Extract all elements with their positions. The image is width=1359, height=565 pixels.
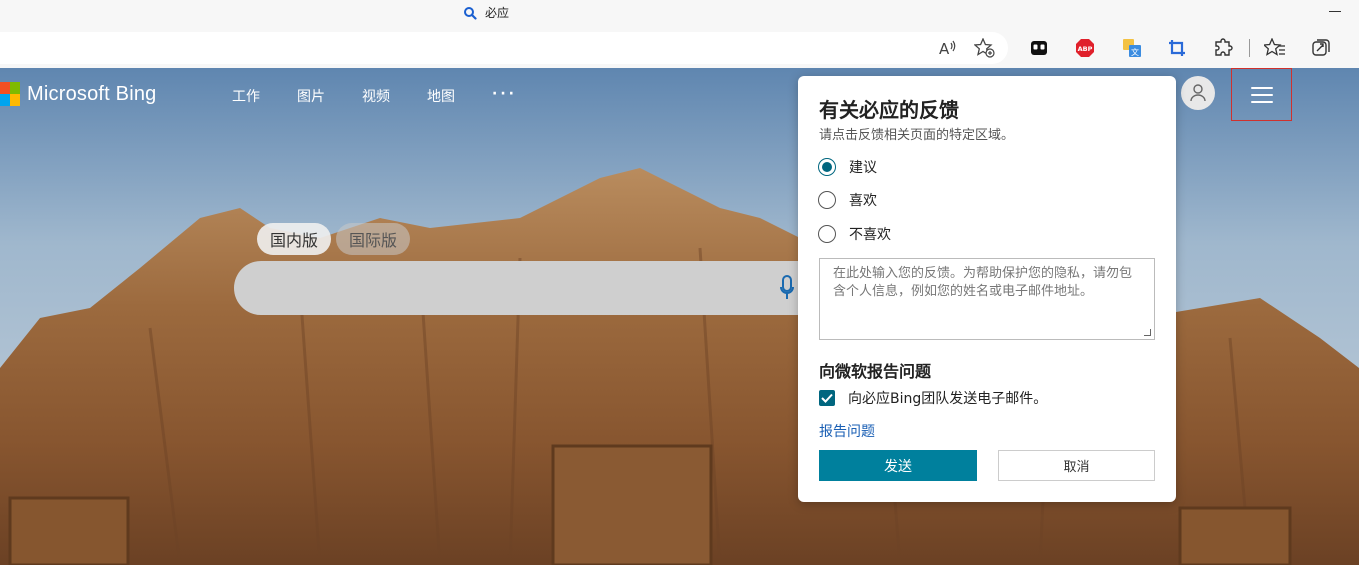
checkmark-icon xyxy=(821,393,833,403)
send-button[interactable]: 发送 xyxy=(819,450,977,481)
option-label: 喜欢 xyxy=(849,193,877,209)
email-checkbox-row[interactable]: 向必应Bing团队发送电子邮件。 xyxy=(819,388,1047,408)
radio-button[interactable] xyxy=(818,225,836,243)
radio-button[interactable] xyxy=(818,191,836,209)
favorites-icon[interactable] xyxy=(1264,37,1286,59)
address-bar[interactable] xyxy=(0,32,1008,64)
read-aloud-icon[interactable]: A xyxy=(937,37,959,59)
extension-icon[interactable] xyxy=(1028,37,1050,59)
adblock-icon[interactable]: ABP xyxy=(1074,37,1096,59)
bing-logo[interactable]: Microsoft Bing xyxy=(0,82,157,106)
tab-title[interactable]: 必应 xyxy=(463,4,509,21)
svg-text:A: A xyxy=(939,40,950,57)
feedback-textarea[interactable]: 在此处输入您的反馈。为帮助保护您的隐私，请勿包含个人信息，例如您的姓名或电子邮件… xyxy=(819,258,1155,340)
crop-icon[interactable] xyxy=(1166,37,1188,59)
search-input[interactable] xyxy=(234,261,824,315)
textarea-placeholder: 在此处输入您的反馈。为帮助保护您的隐私，请勿包含个人信息，例如您的姓名或电子邮件… xyxy=(833,266,1133,299)
svg-text:文: 文 xyxy=(1131,47,1139,57)
title-bar: 必应 xyxy=(0,0,1359,28)
email-checkbox-label: 向必应Bing团队发送电子邮件。 xyxy=(848,391,1048,407)
feedback-title: 有关必应的反馈 xyxy=(819,98,959,122)
nav-more-button[interactable]: ··· xyxy=(492,86,517,106)
svg-text:ABP: ABP xyxy=(1078,45,1093,53)
hamburger-menu-button[interactable] xyxy=(1231,68,1292,121)
option-like[interactable]: 喜欢 xyxy=(818,190,877,210)
nav-images[interactable]: 图片 xyxy=(297,86,325,106)
toolbar-separator xyxy=(1249,39,1250,57)
option-dislike[interactable]: 不喜欢 xyxy=(818,224,891,244)
tab-domestic[interactable]: 国内版 xyxy=(257,223,332,255)
search-icon xyxy=(464,6,477,20)
email-checkbox[interactable] xyxy=(819,390,835,406)
menu-icon xyxy=(1250,86,1273,103)
region-tabs: 国内版 国际版 xyxy=(257,223,411,255)
user-icon xyxy=(1190,84,1206,102)
avatar[interactable] xyxy=(1181,76,1215,110)
tab-international[interactable]: 国际版 xyxy=(336,223,411,255)
microphone-icon[interactable] xyxy=(780,275,794,301)
feedback-subtitle: 请点击反馈相关页面的特定区域。 xyxy=(819,128,1015,143)
tab-title-text: 必应 xyxy=(485,6,510,20)
nav-maps[interactable]: 地图 xyxy=(427,86,455,106)
translate-icon[interactable]: 文 xyxy=(1121,37,1143,59)
resize-handle-icon[interactable] xyxy=(1144,329,1151,336)
minimize-button[interactable] xyxy=(1329,11,1341,12)
microsoft-logo-icon xyxy=(0,82,20,106)
add-favorite-icon[interactable] xyxy=(974,37,996,59)
nav-videos[interactable]: 视频 xyxy=(362,86,390,106)
top-nav: 工作 图片 视频 地图 ··· xyxy=(232,86,554,106)
extensions-icon[interactable] xyxy=(1213,37,1235,59)
browser-toolbar: A ABP 文 xyxy=(0,28,1359,68)
option-suggestion[interactable]: 建议 xyxy=(818,157,877,177)
logo-text: Microsoft Bing xyxy=(27,82,157,105)
report-heading: 向微软报告问题 xyxy=(819,362,932,381)
option-label: 建议 xyxy=(849,160,877,176)
collections-icon[interactable] xyxy=(1310,37,1332,59)
report-issue-link[interactable]: 报告问题 xyxy=(819,421,875,441)
option-label: 不喜欢 xyxy=(849,227,891,243)
feedback-panel: 有关必应的反馈 请点击反馈相关页面的特定区域。 建议 喜欢 不喜欢 在此处输入您… xyxy=(798,76,1176,502)
cancel-button[interactable]: 取消 xyxy=(998,450,1155,481)
nav-work[interactable]: 工作 xyxy=(232,86,260,106)
radio-button[interactable] xyxy=(818,158,836,176)
